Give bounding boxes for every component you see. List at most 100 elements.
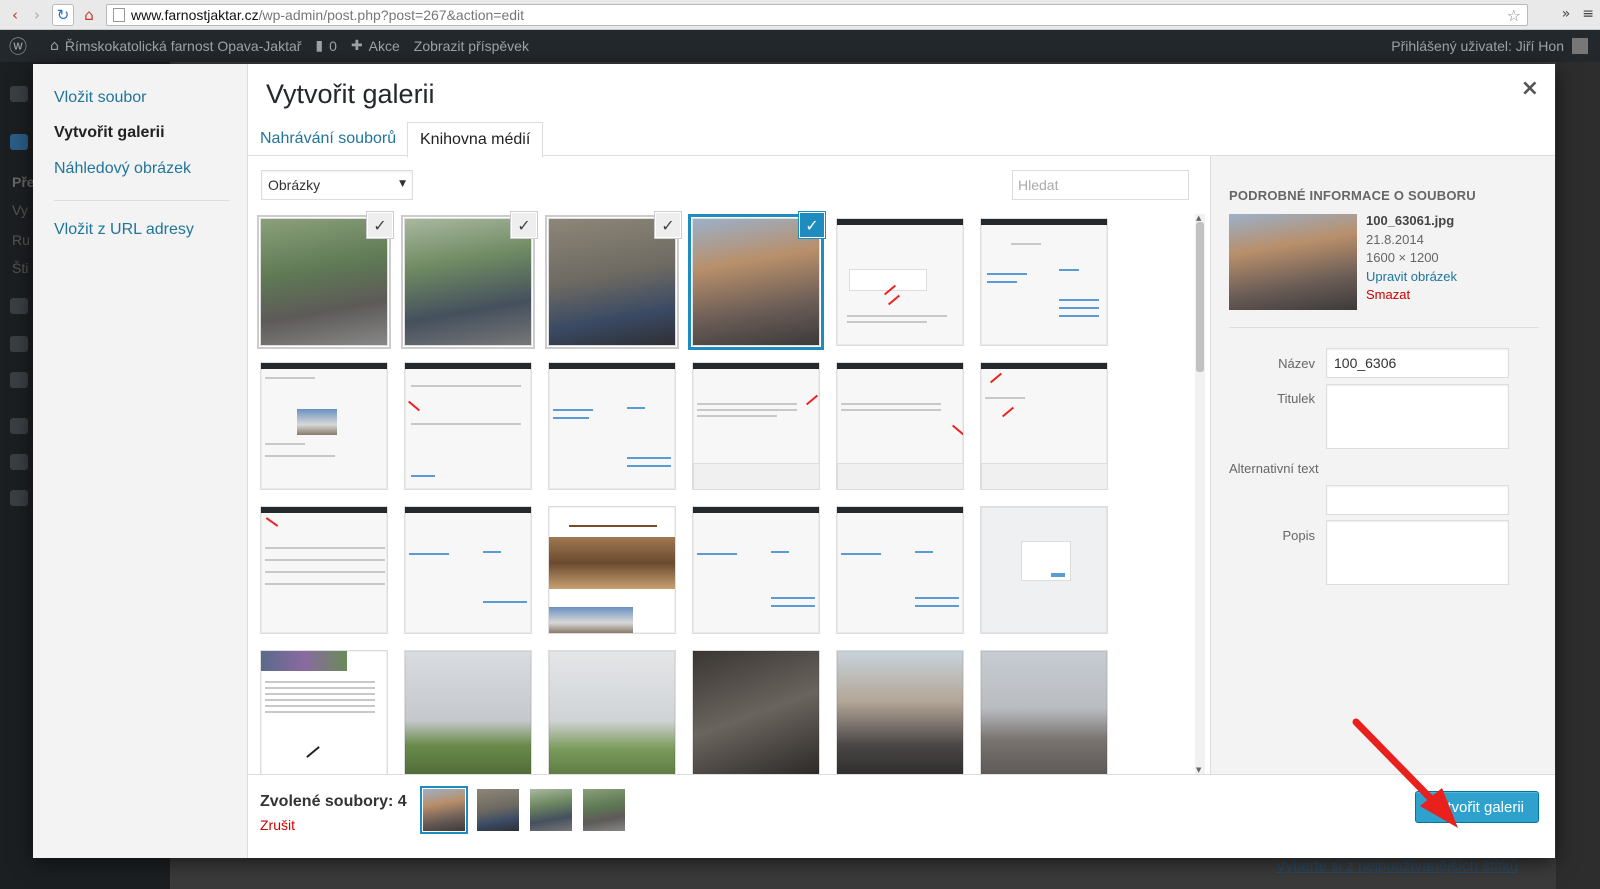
avatar <box>1572 38 1588 54</box>
tab-upload-files[interactable]: Nahrávání souborů <box>248 122 408 158</box>
attachments-grid: ✓ ✓ ✓ ✓ <box>248 210 1210 774</box>
details-filename: 100_63061.jpg <box>1366 213 1455 228</box>
attachment-thumbnail[interactable] <box>404 362 532 490</box>
site-name-link[interactable]: ⌂ Římskokatolická farnost Opava-Jaktař <box>50 38 301 54</box>
url-host: www.farnostjaktar.cz <box>131 7 259 23</box>
attachment-details: PODROBNÉ INFORMACE O SOUBORU 100_63061.j… <box>1210 156 1555 774</box>
close-icon[interactable]: × <box>1521 76 1539 101</box>
scroll-up-icon[interactable]: ▲ <box>1196 214 1201 222</box>
media-icon <box>10 298 28 314</box>
checkmark-icon[interactable]: ✓ <box>511 212 537 238</box>
plus-icon: ✚ <box>350 38 363 54</box>
attachment-thumbnail[interactable] <box>260 362 388 490</box>
menu-icon[interactable]: ≡ <box>1582 6 1594 22</box>
new-label: Akce <box>368 38 400 54</box>
attachment-thumbnail[interactable] <box>836 362 964 490</box>
selected-thumbnail[interactable] <box>583 789 625 831</box>
tab-media-library[interactable]: Knihovna médií <box>407 122 544 158</box>
attachment-thumbnail[interactable] <box>980 506 1108 634</box>
title-field[interactable] <box>1326 348 1509 378</box>
page-scrollbar[interactable] <box>1556 62 1600 889</box>
checkmark-icon[interactable]: ✓ <box>367 212 393 238</box>
create-gallery-button[interactable]: Vytvořit galerii <box>1415 791 1539 823</box>
attachment-thumbnail[interactable] <box>980 362 1108 490</box>
details-date: 21.8.2014 <box>1366 231 1424 247</box>
selection-count: Zvolené soubory: 4 <box>260 793 407 810</box>
attachment-thumbnail[interactable] <box>404 650 532 774</box>
scroll-down-icon[interactable]: ▼ <box>1196 766 1201 774</box>
attachment-thumbnail[interactable] <box>836 506 964 634</box>
comment-icon: ▮ <box>315 38 324 54</box>
comments-link[interactable]: ▮ 0 <box>315 38 337 54</box>
selected-thumbnail[interactable] <box>530 789 572 831</box>
details-heading: PODROBNÉ INFORMACE O SOUBORU <box>1229 188 1476 203</box>
bookmark-star-icon[interactable]: ☆ <box>1507 6 1521 25</box>
attachment-thumbnail[interactable] <box>260 650 388 774</box>
reload-icon[interactable]: ↻ <box>52 4 74 26</box>
users-icon <box>10 418 28 434</box>
back-icon[interactable]: ‹ <box>4 4 26 26</box>
media-modal: Vložit soubor Vytvořit galerii Náhledový… <box>33 64 1555 858</box>
attachment-thumbnail[interactable] <box>260 506 388 634</box>
menu-separator <box>54 200 229 201</box>
attachment-thumbnail[interactable] <box>692 362 820 490</box>
media-toolbar: Zvolené soubory: 4 Zrušit Vytvořit galer… <box>248 774 1555 858</box>
media-type-filter[interactable]: Obrázky ▼ <box>261 170 413 200</box>
menu-insert-media[interactable]: Vložit soubor <box>54 89 147 107</box>
edit-image-link[interactable]: Upravit obrázek <box>1366 268 1457 287</box>
comments-icon <box>10 372 28 388</box>
caption-field[interactable] <box>1326 384 1509 449</box>
delete-link[interactable]: Smazat <box>1366 286 1457 305</box>
dashboard-icon <box>10 86 28 102</box>
chevron-down-icon: ▼ <box>399 179 406 189</box>
popular-tags-link: Vyberte si z nejpoužívanějších štítků <box>1276 858 1519 875</box>
filter-selected-value: Obrázky <box>268 177 321 193</box>
title-label: Název <box>1278 356 1315 371</box>
scrollbar-thumb[interactable] <box>1196 222 1204 372</box>
pin-icon <box>10 134 28 150</box>
user-label: Přihlášený uživatel: Jiří Hon <box>1391 38 1564 54</box>
checkmark-icon[interactable]: ✓ <box>799 212 825 238</box>
home-icon: ⌂ <box>50 38 59 54</box>
user-account[interactable]: Přihlášený uživatel: Jiří Hon <box>1391 38 1588 54</box>
description-label: Popis <box>1282 528 1315 543</box>
view-post-link[interactable]: Zobrazit příspěvek <box>414 38 529 54</box>
attachment-thumbnail[interactable] <box>836 650 964 774</box>
overflow-chevron-icon[interactable]: » <box>1562 6 1571 22</box>
page-icon <box>113 8 125 22</box>
search-input[interactable] <box>1012 170 1189 200</box>
attachment-thumbnail[interactable] <box>692 506 820 634</box>
alt-text-field[interactable] <box>1326 485 1509 515</box>
menu-insert-from-url[interactable]: Vložit z URL adresy <box>54 221 194 239</box>
attachment-thumbnail[interactable] <box>980 650 1108 774</box>
admin-side-text: Vy <box>12 202 28 218</box>
attachment-thumbnail[interactable] <box>548 650 676 774</box>
tools-icon <box>10 454 28 470</box>
admin-side-text: Šti <box>12 260 29 276</box>
menu-create-gallery[interactable]: Vytvořit galerii <box>54 124 165 142</box>
url-path: /wp-admin/post.php?post=267&action=edit <box>258 7 525 23</box>
checkmark-icon[interactable]: ✓ <box>655 212 681 238</box>
forward-icon[interactable]: › <box>26 4 48 26</box>
selected-thumbnail[interactable] <box>423 789 465 831</box>
attachment-thumbnail[interactable] <box>548 362 676 490</box>
attachment-thumbnail[interactable] <box>404 506 532 634</box>
clear-selection-link[interactable]: Zrušit <box>260 817 295 833</box>
details-dimensions: 1600 × 1200 <box>1366 250 1439 265</box>
details-divider <box>1229 327 1539 328</box>
menu-featured-image[interactable]: Náhledový obrázek <box>54 160 191 178</box>
new-content-link[interactable]: ✚ Akce <box>351 38 400 54</box>
address-bar[interactable]: www.farnostjaktar.cz/wp-admin/post.php?p… <box>106 4 1528 26</box>
description-field[interactable] <box>1326 520 1509 585</box>
attachment-thumbnail[interactable] <box>980 218 1108 346</box>
pages-icon <box>10 336 28 352</box>
attachment-thumbnail[interactable] <box>548 506 676 634</box>
router-tabs: Nahrávání souborů Knihovna médií <box>248 122 1555 158</box>
grid-scrollbar[interactable]: ▲ ▼ <box>1195 214 1205 774</box>
home-icon[interactable]: ⌂ <box>78 4 100 26</box>
wp-admin-bar: ⓦ ⌂ Římskokatolická farnost Opava-Jaktař… <box>0 30 1600 62</box>
attachment-thumbnail[interactable] <box>692 650 820 774</box>
attachment-thumbnail[interactable] <box>836 218 964 346</box>
wordpress-logo-icon[interactable]: ⓦ <box>0 33 36 59</box>
selected-thumbnail[interactable] <box>477 789 519 831</box>
